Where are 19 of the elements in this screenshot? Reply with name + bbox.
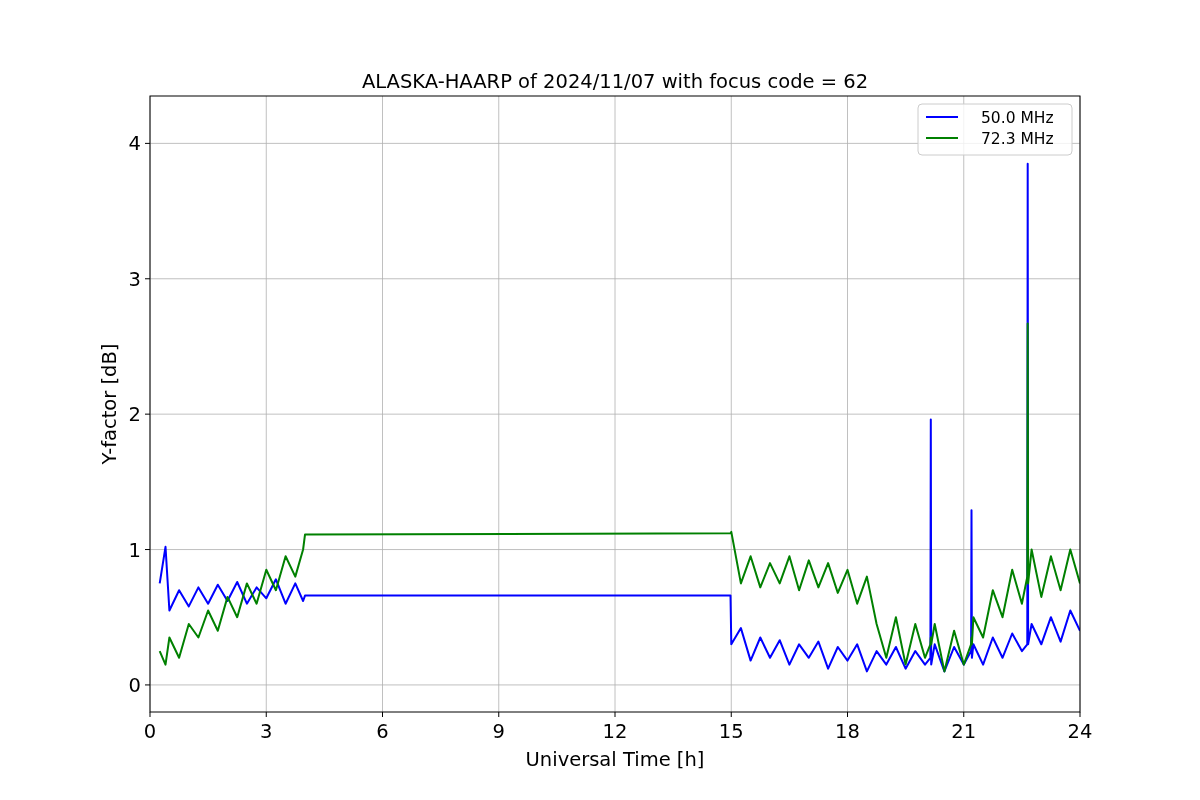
x-tick-label: 12 [602,720,628,743]
x-tick-label: 21 [951,720,977,743]
x-tick-label: 3 [260,720,273,743]
y-tick-label: 2 [128,403,141,427]
x-tick-label: 24 [1067,720,1093,743]
y-axis-label: Y-factor [dB] [98,343,121,465]
y-tick-label: 3 [128,267,141,291]
x-tick-label: 6 [376,720,389,743]
legend-label: 50.0 MHz [981,109,1054,127]
legend-label: 72.3 MHz [981,130,1054,148]
x-tick-label: 15 [718,720,744,743]
x-tick-label: 9 [492,720,505,743]
y-tick-label: 0 [128,673,141,697]
y-tick-label: 1 [128,538,141,562]
x-tick-label: 18 [835,720,860,743]
chart-title: ALASKA-HAARP of 2024/11/07 with focus code = 62 [361,70,869,93]
x-tick-label: 0 [143,720,157,743]
y-tick-label: 4 [128,132,141,156]
x-axis-label: Universal Time [h] [525,748,705,771]
